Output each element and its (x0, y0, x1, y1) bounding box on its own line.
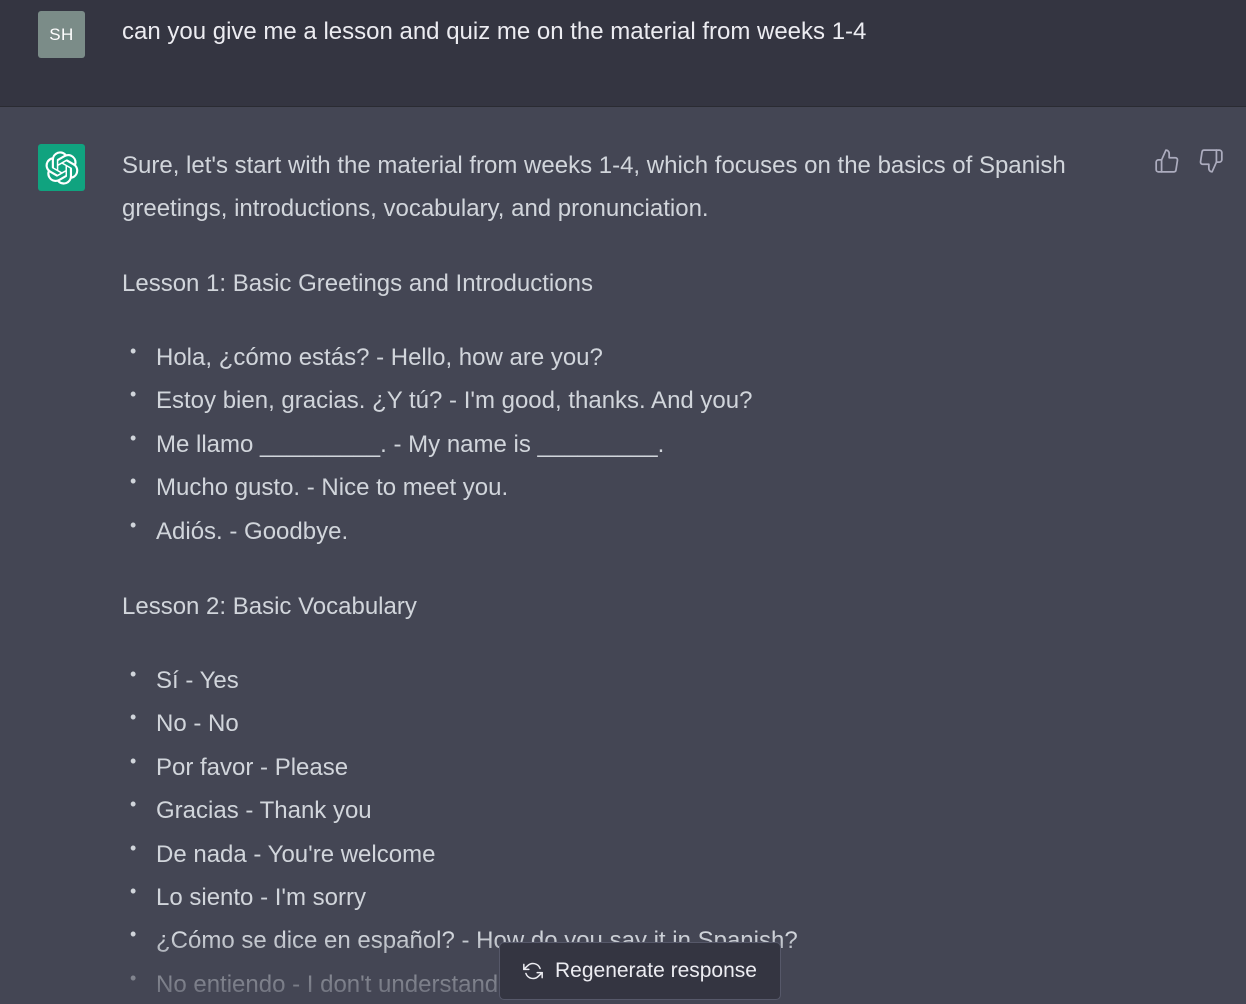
bullet-icon: • (130, 881, 137, 902)
user-message-text: can you give me a lesson and quiz me on … (122, 18, 867, 45)
list-item-text: Lo siento - I'm sorry (156, 884, 366, 912)
lesson-1-heading: Lesson 1: Basic Greetings and Introducti… (122, 270, 593, 297)
list-item-text: Gracias - Thank you (156, 797, 372, 825)
list-item-text: Mucho gusto. - Nice to meet you. (156, 474, 509, 502)
bullet-icon: • (130, 471, 137, 492)
list-item-text: Estoy bien, gracias. ¿Y tú? - I'm good, … (156, 387, 753, 415)
list-item-text: Adiós. - Goodbye. (156, 517, 349, 545)
assistant-intro: Sure, let's start with the material from… (122, 144, 1132, 230)
bullet-icon: • (130, 707, 137, 728)
user-avatar: SH (38, 11, 85, 58)
list-item: • De nada - You're welcome (122, 833, 1132, 876)
list-item: • No - No (122, 702, 1132, 745)
bullet-icon: • (130, 750, 137, 771)
bullet-icon: • (130, 341, 137, 361)
list-item: • Adiós. - Goodbye. (122, 510, 1132, 553)
list-item-text: Sí - Yes (156, 667, 239, 695)
list-item-text: Me llamo _________. - My name is _______… (156, 430, 665, 458)
bullet-icon: • (130, 837, 137, 858)
bullet-icon: • (130, 514, 137, 535)
thumbs-down-icon (1199, 149, 1223, 173)
list-item-text: De nada - You're welcome (156, 840, 436, 868)
bullet-icon: • (130, 427, 137, 448)
openai-logo-icon (45, 150, 78, 185)
list-item-text: Hola, ¿cómo estás? - Hello, how are you? (156, 344, 603, 371)
bullet-icon: • (130, 664, 137, 685)
assistant-avatar (38, 144, 85, 191)
list-item: • Me llamo _________. - My name is ______… (122, 423, 1132, 466)
list-item-text: No entiendo - I don't understand (156, 970, 499, 998)
thumbs-down-button[interactable] (1198, 148, 1224, 174)
assistant-message-row: Sure, let's start with the material from… (0, 107, 1246, 1004)
lesson-1-list: • Hola, ¿cómo estás? - Hello, how are you… (122, 336, 1132, 553)
assistant-intro-line-2: greetings, introductions, vocabulary, an… (122, 195, 709, 222)
assistant-intro-line-1: Sure, let's start with the material from… (122, 152, 1066, 179)
list-item: • Mucho gusto. - Nice to meet you. (122, 466, 1132, 509)
bullet-icon: • (130, 384, 137, 405)
refresh-icon (523, 962, 543, 980)
list-item: • Sí - Yes (122, 659, 1132, 702)
list-item: • Gracias - Thank you (122, 789, 1132, 832)
thumbs-up-icon (1155, 149, 1179, 173)
bullet-icon: • (130, 924, 137, 945)
list-item: • Por favor - Please (122, 746, 1132, 789)
bullet-icon: • (130, 967, 137, 988)
list-item-text: No - No (156, 710, 239, 738)
user-message-row: SH can you give me a lesson and quiz me … (0, 0, 1246, 107)
lesson-2-heading: Lesson 2: Basic Vocabulary (122, 593, 417, 621)
regenerate-label: Regenerate response (555, 959, 757, 982)
list-item: • Hola, ¿cómo estás? - Hello, how are you… (122, 336, 1132, 379)
thumbs-up-button[interactable] (1154, 148, 1180, 174)
chat-page: SH can you give me a lesson and quiz me … (0, 0, 1246, 1004)
regenerate-response-button[interactable]: Regenerate response (499, 942, 781, 1000)
list-item: • Estoy bien, gracias. ¿Y tú? - I'm good,… (122, 379, 1132, 422)
list-item: • Lo siento - I'm sorry (122, 876, 1132, 919)
list-item-text: Por favor - Please (156, 753, 349, 781)
assistant-message-content: Sure, let's start with the material from… (122, 144, 1132, 1004)
bullet-icon: • (130, 794, 137, 815)
